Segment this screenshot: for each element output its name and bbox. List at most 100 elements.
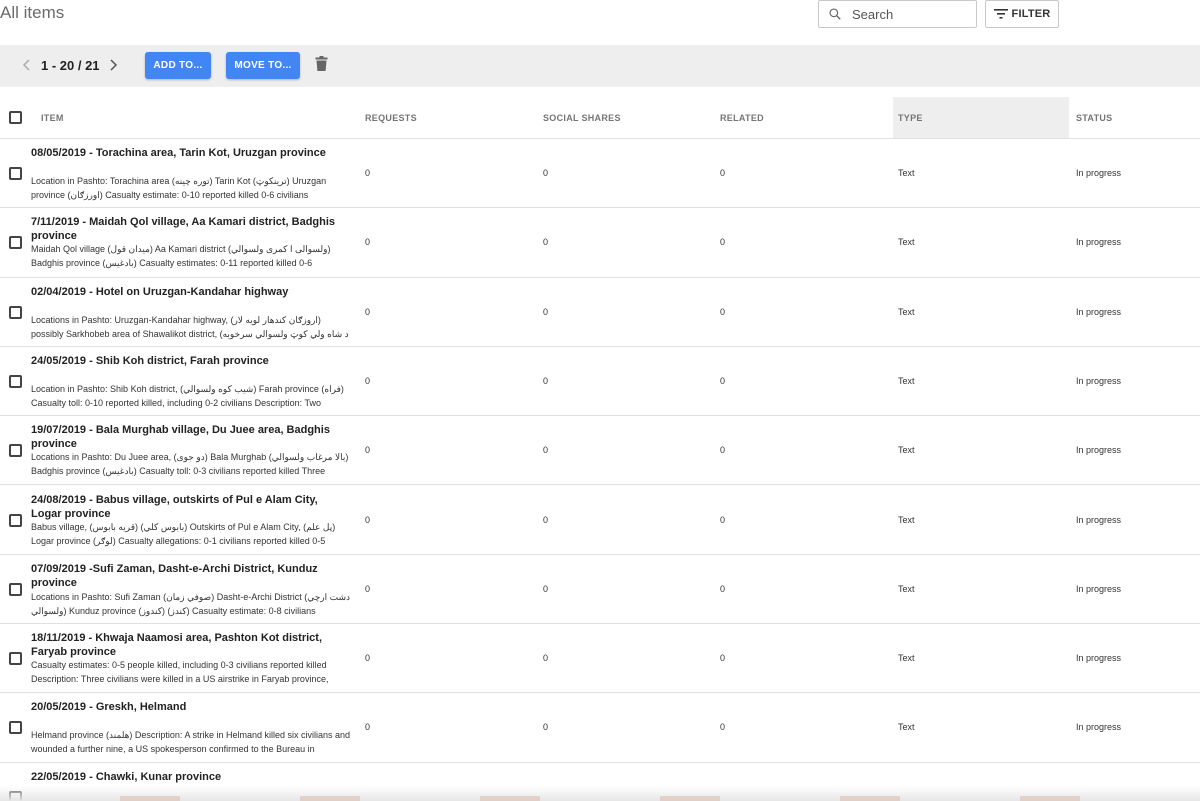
row-checkbox[interactable] [9,305,22,319]
row-requests: 0 [365,168,371,178]
row-description: Locations in Pashto: Du Juee area, (دو ج… [31,452,349,477]
row-checkbox[interactable] [9,652,22,666]
column-header-requests[interactable]: REQUESTS [365,113,417,123]
row-description: Locations in Pashto: Sufi Zaman (صوفي زم… [31,591,351,616]
filter-button[interactable]: FILTER [985,0,1059,28]
row-status: In progress [1076,237,1122,248]
add-to-button[interactable]: ADD TO... [145,52,211,79]
row-status: In progress [1076,445,1122,456]
row-title[interactable]: 02/04/2019 - Hotel on Uruzgan-Kandahar h… [31,285,351,299]
trash-icon[interactable] [315,56,328,71]
row-social-shares: 0 [543,722,549,733]
row-type: Text [898,653,915,664]
table-row[interactable]: 18/11/2019 - Khwaja Naamosi area, Pashto… [0,624,1200,694]
row-title[interactable]: 24/05/2019 - Shib Koh district, Farah pr… [31,354,351,368]
row-related: 0 [720,722,726,733]
column-header-type[interactable]: TYPE [898,113,923,123]
search-input[interactable] [852,6,962,22]
row-description: Babus village, (قریه بابوس) (بابوس کلي) … [31,521,336,546]
row-type: Text [898,375,915,386]
row-related: 0 [720,375,726,386]
table-row[interactable]: 24/08/2019 - Babus village, outskirts of… [0,485,1200,555]
row-title[interactable]: 08/05/2019 - Torachina area, Tarin Kot, … [31,146,351,160]
row-social-shares: 0 [543,583,549,594]
row-status: In progress [1076,583,1122,594]
row-requests: 0 [365,583,371,594]
row-requests: 0 [365,653,371,664]
row-type: Text [898,583,915,594]
row-title[interactable]: 19/07/2019 - Bala Murghab village, Du Ju… [31,423,351,451]
row-description: Locations in Pashto: Uruzgan-Kandahar hi… [31,314,349,339]
row-related: 0 [720,445,726,456]
table-row[interactable]: 08/05/2019 - Torachina area, Tarin Kot, … [0,139,1200,209]
row-related: 0 [720,306,726,317]
column-header-status[interactable]: STATUS [1076,113,1112,123]
row-description: Location in Pashto: Torachina area (توره… [31,176,327,200]
filter-icon [993,9,1008,19]
row-type: Text [898,445,915,456]
row-status: In progress [1076,168,1122,178]
row-description: Location in Pashto: Shib Koh district, (… [31,383,344,408]
row-requests: 0 [365,722,371,733]
row-checkbox[interactable] [9,721,22,735]
row-type: Text [898,237,915,248]
row-checkbox[interactable] [9,513,22,527]
row-requests: 0 [365,445,371,456]
row-type: Text [898,514,915,525]
table-row[interactable]: 19/07/2019 - Bala Murghab village, Du Ju… [0,416,1200,486]
row-related: 0 [720,168,726,178]
column-header-related[interactable]: RELATED [720,113,764,123]
row-title[interactable]: 07/09/2019 -Sufi Zaman, Dasht-e-Archi Di… [31,562,351,590]
row-related: 0 [720,237,726,248]
row-social-shares: 0 [543,375,549,386]
select-all-checkbox[interactable] [9,111,22,124]
row-type: Text [898,168,915,178]
row-checkbox[interactable] [9,167,22,180]
table-row[interactable]: 07/09/2019 -Sufi Zaman, Dasht-e-Archi Di… [0,554,1200,625]
row-social-shares: 0 [543,237,549,248]
row-social-shares: 0 [543,168,549,178]
row-description: Helmand province (هلمند) Description: A … [31,730,351,755]
row-checkbox[interactable] [9,582,22,596]
chevron-left-icon[interactable] [22,59,32,71]
row-title[interactable]: 20/05/2019 - Greskh, Helmand [31,700,351,714]
row-title[interactable]: 24/08/2019 - Babus village, outskirts of… [31,493,351,521]
row-checkbox[interactable] [9,444,22,458]
row-related: 0 [720,514,726,525]
row-description: Maidah Qol village (میدان قول) Aa Kamari… [31,244,331,269]
search-icon [829,8,841,20]
table-row[interactable]: 7/11/2019 - Maidah Qol village, Aa Kamar… [0,208,1200,278]
row-checkbox[interactable] [9,374,22,388]
chevron-right-icon[interactable] [108,59,118,71]
page-header: All items FILTER [0,0,1200,45]
table-row[interactable]: 24/05/2019 - Shib Koh district, Farah pr… [0,346,1200,417]
column-header-social-shares[interactable]: SOCIAL SHARES [543,113,621,123]
row-social-shares: 0 [543,514,549,525]
row-checkbox[interactable] [9,236,22,250]
row-related: 0 [720,653,726,664]
row-requests: 0 [365,514,371,525]
filter-button-label: FILTER [1011,8,1051,20]
row-title[interactable]: 7/11/2019 - Maidah Qol village, Aa Kamar… [31,215,351,243]
table-row[interactable]: 02/04/2019 - Hotel on Uruzgan-Kandahar h… [0,277,1200,347]
column-header-item[interactable]: ITEM [41,113,64,123]
row-requests: 0 [365,306,371,317]
pager-label: 1 - 20 / 21 [41,58,100,73]
row-requests: 0 [365,237,371,248]
row-status: In progress [1076,722,1122,733]
move-to-button[interactable]: MOVE TO... [226,52,300,79]
row-title[interactable]: 22/05/2019 - Chawki, Kunar province [31,770,351,784]
row-status: In progress [1076,375,1122,386]
row-description: Casualty estimates: 0-5 people killed, i… [31,660,329,685]
page-title: All items [0,3,65,22]
row-social-shares: 0 [543,653,549,664]
bottom-scroll-fade [0,786,1200,801]
row-social-shares: 0 [543,306,549,317]
row-type: Text [898,722,915,733]
search-box[interactable] [818,0,977,28]
table-row[interactable]: 20/05/2019 - Greskh, Helmand Helmand pro… [0,693,1200,763]
row-social-shares: 0 [543,445,549,456]
row-title[interactable]: 18/11/2019 - Khwaja Naamosi area, Pashto… [31,631,351,659]
row-type: Text [898,306,915,317]
row-status: In progress [1076,514,1122,525]
